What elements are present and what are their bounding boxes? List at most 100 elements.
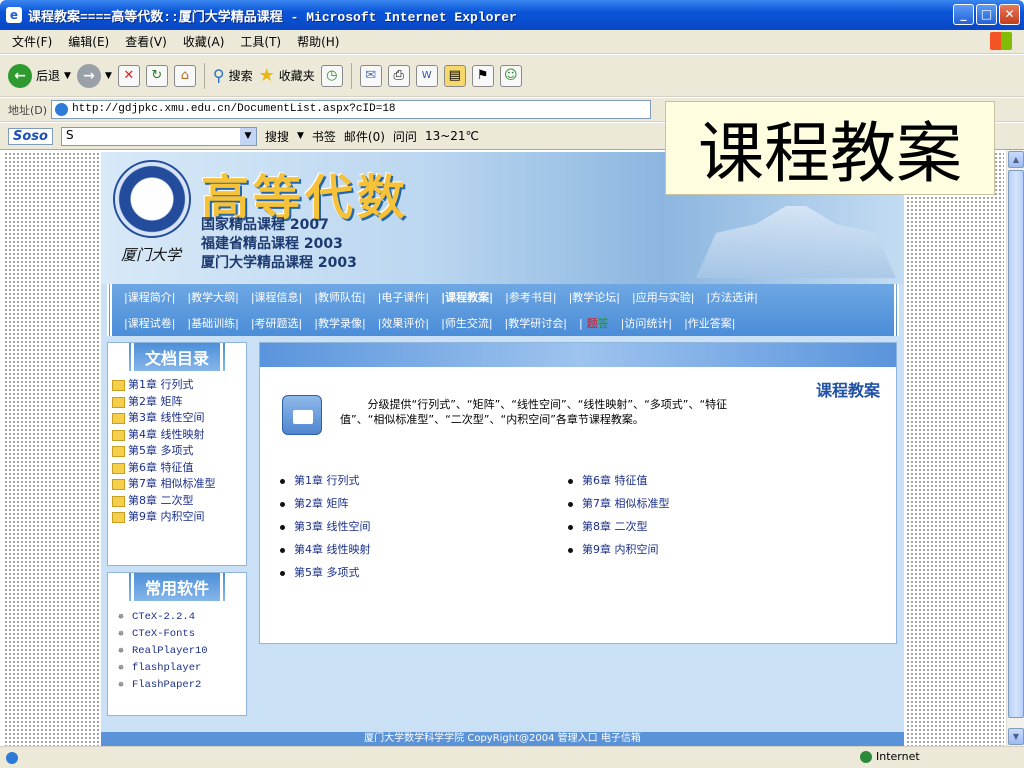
soso-search-input[interactable]: S ▼	[60, 126, 257, 146]
menu-favorites[interactable]: 收藏(A)	[183, 33, 225, 50]
refresh-icon[interactable]: ↻	[145, 64, 168, 87]
favorites-label: 收藏夹	[278, 69, 315, 83]
search-icon: ⚲	[212, 66, 225, 85]
nav-qa-question[interactable]: 题	[587, 315, 598, 331]
menu-file[interactable]: 文件(F)	[12, 33, 52, 50]
nav-lesson-plans[interactable]: |课程教案|	[441, 289, 493, 305]
chapter-link[interactable]: 第2章 矩阵	[280, 492, 371, 515]
soso-bookmarks-button[interactable]: 书签	[312, 128, 336, 145]
doc-item[interactable]: 第5章 多项式	[112, 443, 242, 460]
doc-item[interactable]: 第9章 内积空间	[112, 509, 242, 526]
window-titlebar: e 课程教案====高等代数::厦门大学精品课程 - Microsoft Int…	[0, 0, 1024, 30]
nav-applications[interactable]: |应用与实验|	[632, 289, 694, 305]
address-input[interactable]: http://gdjpkc.xmu.edu.cn/DocumentList.as…	[51, 100, 652, 119]
scroll-thumb[interactable]	[1008, 170, 1024, 718]
course-honors: 国家精品课程 2007 福建省精品课程 2003 厦门大学精品课程 2003	[201, 216, 357, 273]
nav-stats[interactable]: |访问统计|	[621, 315, 672, 331]
chapter-link[interactable]: 第7章 相似标准型	[568, 492, 670, 515]
messenger-icon[interactable]: ☺	[499, 64, 522, 87]
soso-ask-button[interactable]: 问问	[393, 128, 417, 145]
nav-syllabus[interactable]: |教学大纲|	[187, 289, 238, 305]
lesson-plan-panel: 课程教案 分级提供“行列式”、“矩阵”、“线性空间”、“线性映射”、“多项式”、…	[259, 342, 897, 644]
nav-communication[interactable]: |师生交流|	[441, 315, 492, 331]
nav-exams[interactable]: |课程试卷|	[124, 315, 175, 331]
notes-icon[interactable]: ▤	[443, 64, 466, 87]
nav-divider: |	[578, 316, 583, 330]
soso-logo[interactable]: Soso	[8, 127, 53, 145]
nav-intro[interactable]: |课程简介|	[124, 289, 175, 305]
scroll-down-icon[interactable]: ▼	[1008, 728, 1024, 745]
back-dropdown-icon[interactable]: ▼	[64, 71, 71, 81]
soso-search-dropdown-icon[interactable]: ▼	[297, 131, 304, 141]
software-item[interactable]: flashplayer	[118, 660, 242, 677]
university-seal-logo	[113, 160, 191, 238]
soso-weather[interactable]: 13~21℃	[425, 129, 479, 143]
software-item[interactable]: FlashPaper2	[118, 677, 242, 694]
window-title: 课程教案====高等代数::厦门大学精品课程 - Microsoft Inter…	[28, 9, 517, 25]
doc-item[interactable]: 第2章 矩阵	[112, 394, 242, 411]
software-item[interactable]: CTeX-2.2.4	[118, 609, 242, 626]
favorites-button[interactable]: ★ 收藏夹	[259, 65, 315, 86]
ie-logo-icon: e	[6, 7, 22, 23]
panel-header-bar	[260, 343, 896, 367]
honor-university: 厦门大学精品课程 2003	[201, 255, 357, 271]
scroll-up-icon[interactable]: ▲	[1008, 151, 1024, 168]
nav-qa-answer[interactable]: 答	[598, 315, 609, 331]
chapter-link[interactable]: 第1章 行列式	[280, 469, 371, 492]
nav-training[interactable]: |基础训练|	[187, 315, 238, 331]
nav-seminar[interactable]: |教学研讨会|	[505, 315, 567, 331]
doc-item[interactable]: 第1章 行列式	[112, 377, 242, 394]
doc-item[interactable]: 第7章 相似标准型	[112, 476, 242, 493]
panel-description: 分级提供“行列式”、“矩阵”、“线性空间”、“线性映射”、“多项式”、“特征值”…	[340, 398, 728, 426]
stop-icon[interactable]: ✕	[117, 64, 140, 87]
chapter-link[interactable]: 第6章 特征值	[568, 469, 670, 492]
nav-references[interactable]: |参考书目|	[505, 289, 556, 305]
site-footer: 厦门大学数学科学学院 CopyRight@2004 管理入口 电子信箱	[101, 732, 904, 746]
zone-label: Internet	[876, 750, 920, 763]
soso-dropdown-icon[interactable]: ▼	[239, 127, 256, 145]
chapter-link[interactable]: 第4章 线性映射	[280, 538, 371, 561]
home-icon[interactable]: ⌂	[173, 64, 196, 87]
minimize-button[interactable]: _	[953, 4, 974, 25]
close-button[interactable]: ✕	[999, 4, 1020, 25]
software-item[interactable]: RealPlayer10	[118, 643, 242, 660]
back-button[interactable]: ← 后退 ▼	[8, 63, 71, 88]
history-icon[interactable]: ◷	[320, 64, 343, 87]
nav-homework[interactable]: |作业答案|	[684, 315, 735, 331]
menu-tools[interactable]: 工具(T)	[240, 33, 281, 50]
soso-mail-button[interactable]: 邮件(0)	[344, 128, 385, 145]
nav-evaluation[interactable]: |效果评价|	[378, 315, 429, 331]
nav-course-info[interactable]: |课程信息|	[251, 289, 302, 305]
nav-teachers[interactable]: |教师队伍|	[314, 289, 365, 305]
vertical-scrollbar[interactable]: ▲ ▼	[1006, 150, 1024, 746]
clipboard-icon	[282, 395, 322, 435]
doc-item[interactable]: 第6章 特征值	[112, 460, 242, 477]
menu-help[interactable]: 帮助(H)	[297, 33, 339, 50]
nav-forum[interactable]: |教学论坛|	[569, 289, 620, 305]
nav-methods[interactable]: |方法选讲|	[706, 289, 757, 305]
research-icon[interactable]: ⚑	[471, 64, 494, 87]
forward-button[interactable]: → ▼	[76, 63, 112, 88]
doc-item[interactable]: 第4章 线性映射	[112, 427, 242, 444]
software-item[interactable]: CTeX-Fonts	[118, 626, 242, 643]
doc-item[interactable]: 第3章 线性空间	[112, 410, 242, 427]
chapter-link[interactable]: 第8章 二次型	[568, 515, 670, 538]
dotted-background-left	[4, 152, 99, 746]
word-edit-icon[interactable]: W	[415, 64, 438, 87]
print-icon[interactable]: ⎙	[387, 64, 410, 87]
mail-icon[interactable]: ✉	[359, 64, 382, 87]
nav-slides[interactable]: |电子课件|	[378, 289, 429, 305]
soso-search-button[interactable]: 搜搜	[265, 128, 289, 145]
doc-item[interactable]: 第8章 二次型	[112, 493, 242, 510]
nav-videos[interactable]: |教学录像|	[314, 315, 365, 331]
chapter-link[interactable]: 第5章 多项式	[280, 561, 371, 584]
nav-postgrad[interactable]: |考研题选|	[251, 315, 302, 331]
maximize-button[interactable]: □	[976, 4, 997, 25]
search-button[interactable]: ⚲ 搜索	[213, 66, 253, 85]
chapter-link[interactable]: 第3章 线性空间	[280, 515, 371, 538]
status-bar: Internet	[0, 746, 1024, 768]
menu-view[interactable]: 查看(V)	[125, 33, 167, 50]
site-nav: |课程简介| |教学大纲| |课程信息| |教师队伍| |电子课件| |课程教案…	[107, 284, 899, 336]
menu-edit[interactable]: 编辑(E)	[68, 33, 109, 50]
chapter-link[interactable]: 第9章 内积空间	[568, 538, 670, 561]
